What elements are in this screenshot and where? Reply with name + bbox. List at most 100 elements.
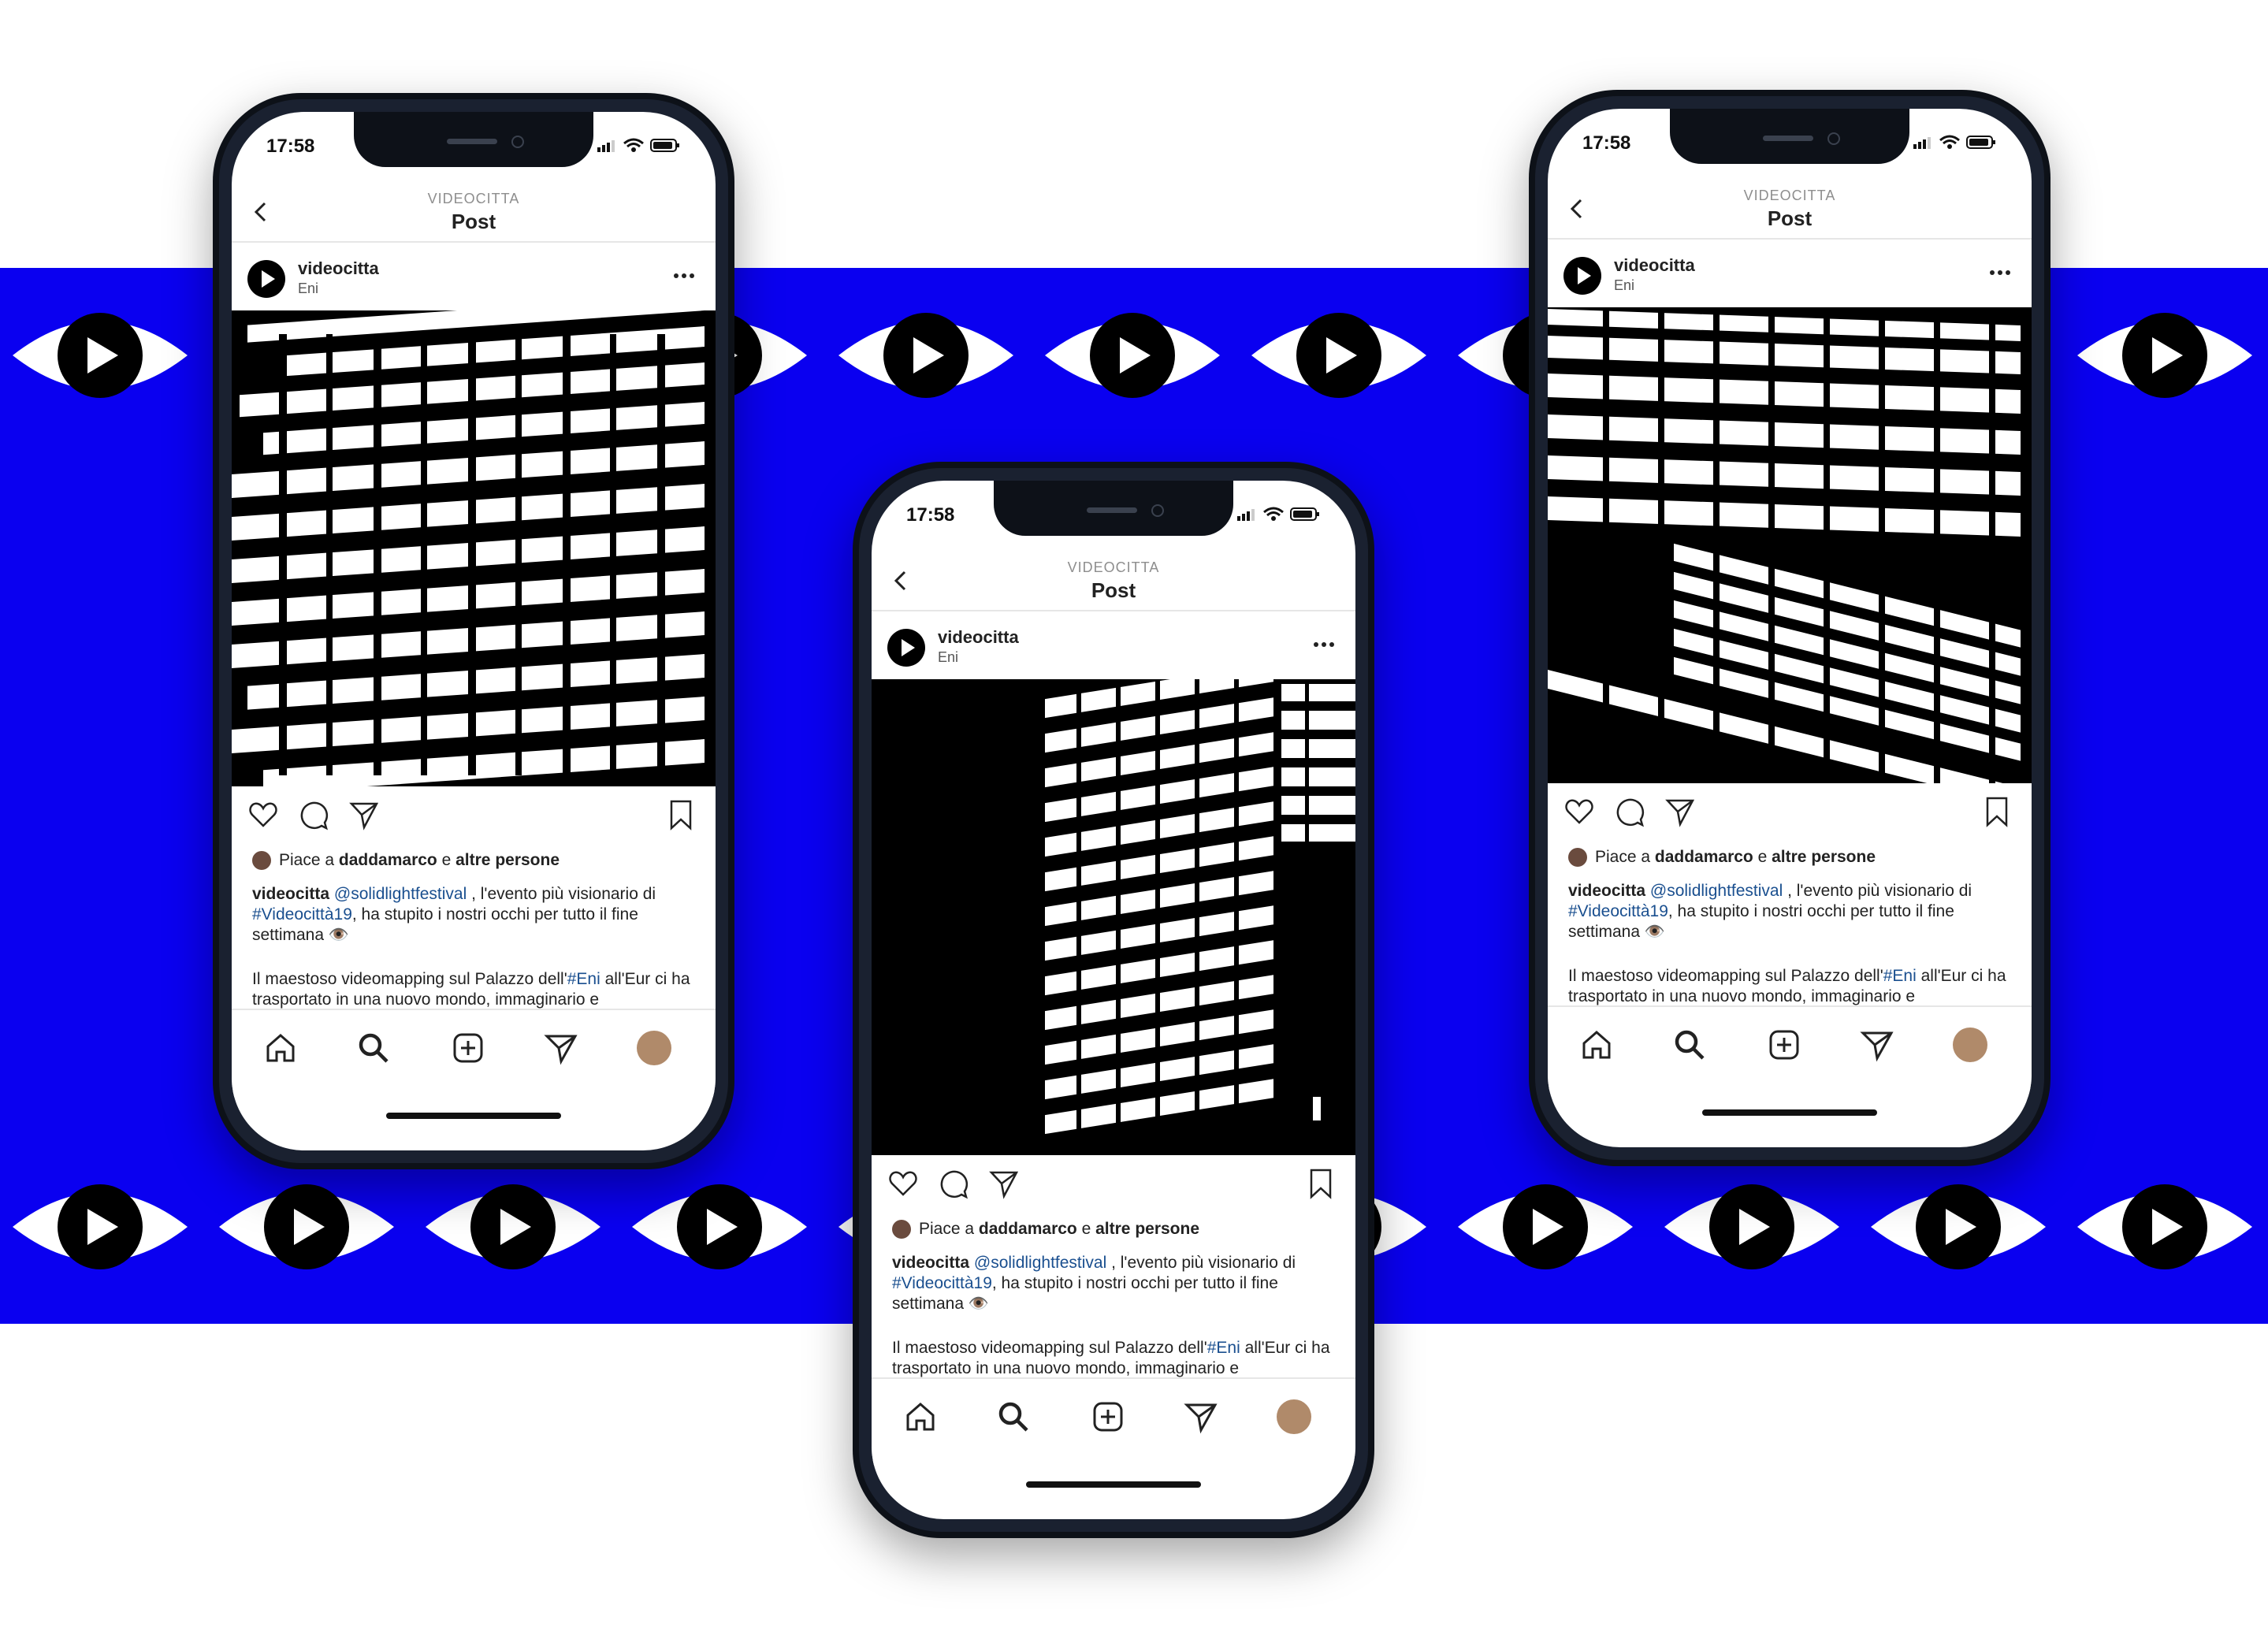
- phone-screen: 17:58 VIDEOCITTA Post videocitta Eni Pia…: [232, 112, 716, 1150]
- eye-play-icon: [1458, 1184, 1633, 1269]
- avatar[interactable]: [887, 629, 925, 667]
- new-post-icon[interactable]: [1767, 1028, 1801, 1062]
- other-likers-link[interactable]: altre persone: [1772, 848, 1876, 866]
- post-photo[interactable]: [232, 310, 716, 786]
- comment-icon[interactable]: [298, 799, 329, 831]
- status-icons: [597, 138, 679, 152]
- bookmark-icon[interactable]: [665, 799, 697, 831]
- page-title: Post: [1767, 206, 1813, 230]
- mention-link[interactable]: @solidlightfestival: [334, 885, 467, 903]
- header-account: VIDEOCITTA: [427, 191, 520, 206]
- liker-avatar: [892, 1220, 911, 1239]
- hashtag-link[interactable]: #Videocittà19: [892, 1274, 992, 1292]
- status-icons: [1913, 135, 1995, 149]
- heart-icon[interactable]: [1563, 796, 1595, 827]
- phone-mockup-2: 17:58 VIDEOCITTA Post videocitta Eni Pia…: [853, 462, 1374, 1538]
- profile-avatar-icon[interactable]: [1953, 1028, 1987, 1062]
- search-icon[interactable]: [996, 1399, 1031, 1434]
- search-icon[interactable]: [356, 1031, 391, 1065]
- home-icon[interactable]: [903, 1399, 938, 1434]
- post-location[interactable]: Eni: [1614, 277, 1634, 294]
- projection-image: [232, 310, 716, 786]
- mention-link[interactable]: @solidlightfestival: [974, 1254, 1106, 1272]
- post-author-row[interactable]: videocitta Eni: [232, 243, 716, 310]
- bottom-tab-bar: [232, 1009, 716, 1097]
- phone-screen: 17:58 VIDEOCITTA Post videocitta Eni Pia…: [1548, 109, 2032, 1147]
- liker-avatar: [1568, 848, 1587, 868]
- eye-play-icon: [2077, 313, 2252, 398]
- avatar[interactable]: [1563, 257, 1601, 295]
- eye-play-icon: [1871, 1184, 2046, 1269]
- status-time: 17:58: [1582, 132, 1631, 154]
- notch: [994, 481, 1233, 536]
- home-icon[interactable]: [263, 1031, 298, 1065]
- heart-icon[interactable]: [887, 1168, 919, 1199]
- post-actions: [872, 1163, 1355, 1204]
- notch: [1670, 109, 1909, 164]
- hashtag-link[interactable]: #Videocittà19: [252, 905, 352, 923]
- liker-avatar: [252, 851, 271, 871]
- page-title: Post: [1091, 578, 1136, 602]
- home-icon[interactable]: [1579, 1028, 1614, 1062]
- more-options-icon[interactable]: [673, 273, 695, 279]
- phone-mockup-1: 17:58 VIDEOCITTA Post videocitta Eni Pia…: [213, 93, 734, 1169]
- more-options-icon[interactable]: [1313, 641, 1335, 648]
- post-author-row[interactable]: videocitta Eni: [1548, 240, 2032, 307]
- share-icon[interactable]: [1664, 796, 1696, 827]
- phone-mockup-3: 17:58 VIDEOCITTA Post videocitta Eni Pia…: [1529, 90, 2050, 1166]
- new-post-icon[interactable]: [1091, 1399, 1125, 1434]
- post-location[interactable]: Eni: [938, 649, 958, 666]
- post-header: VIDEOCITTA Post: [1548, 178, 2032, 238]
- direct-message-icon[interactable]: [1860, 1028, 1894, 1062]
- notch: [354, 112, 593, 167]
- bottom-tab-bar: [1548, 1005, 2032, 1094]
- direct-message-icon[interactable]: [544, 1031, 578, 1065]
- likes-line: Piace a daddamarco e altre persone: [252, 851, 560, 871]
- hashtag-link[interactable]: #Eni: [567, 970, 600, 988]
- eye-play-icon: [1045, 313, 1220, 398]
- eye-play-icon: [2077, 1184, 2252, 1269]
- post-photo[interactable]: [1548, 307, 2032, 783]
- post-username[interactable]: videocitta: [1614, 255, 1695, 276]
- liker-username[interactable]: daddamarco: [1655, 848, 1753, 866]
- liker-username[interactable]: daddamarco: [339, 851, 437, 869]
- liker-username[interactable]: daddamarco: [979, 1220, 1077, 1238]
- status-icons: [1237, 507, 1319, 521]
- other-likers-link[interactable]: altre persone: [1095, 1220, 1199, 1238]
- profile-avatar-icon[interactable]: [1277, 1399, 1311, 1434]
- share-icon[interactable]: [348, 799, 380, 831]
- bookmark-icon[interactable]: [1305, 1168, 1337, 1199]
- post-author-row[interactable]: videocitta Eni: [872, 611, 1355, 679]
- avatar[interactable]: [247, 260, 285, 298]
- hashtag-link[interactable]: #Eni: [1883, 967, 1917, 985]
- comment-icon[interactable]: [938, 1168, 969, 1199]
- profile-avatar-icon[interactable]: [637, 1031, 671, 1065]
- search-icon[interactable]: [1672, 1028, 1707, 1062]
- hashtag-link[interactable]: #Eni: [1207, 1339, 1240, 1357]
- post-username[interactable]: videocitta: [298, 258, 379, 279]
- post-username[interactable]: videocitta: [938, 627, 1019, 648]
- post-header: VIDEOCITTA Post: [232, 181, 716, 241]
- eye-play-icon: [13, 1184, 188, 1269]
- comment-icon[interactable]: [1614, 796, 1645, 827]
- bookmark-icon[interactable]: [1981, 796, 2013, 827]
- more-options-icon[interactable]: [1989, 269, 2011, 276]
- heart-icon[interactable]: [247, 799, 279, 831]
- page-title: Post: [451, 210, 496, 233]
- likes-line: Piace a daddamarco e altre persone: [1568, 848, 1876, 868]
- post-photo[interactable]: [872, 679, 1355, 1155]
- post-actions: [232, 794, 716, 835]
- eye-play-icon: [632, 1184, 807, 1269]
- projection-image: [872, 679, 1355, 1155]
- mention-link[interactable]: @solidlightfestival: [1650, 882, 1783, 900]
- hashtag-link[interactable]: #Videocittà19: [1568, 902, 1668, 920]
- eye-play-icon: [838, 313, 1013, 398]
- status-time: 17:58: [906, 504, 955, 526]
- post-location[interactable]: Eni: [298, 281, 318, 297]
- new-post-icon[interactable]: [451, 1031, 485, 1065]
- other-likers-link[interactable]: altre persone: [455, 851, 560, 869]
- post-header: VIDEOCITTA Post: [872, 550, 1355, 610]
- direct-message-icon[interactable]: [1184, 1399, 1218, 1434]
- phone-screen: 17:58 VIDEOCITTA Post videocitta Eni Pia…: [872, 481, 1355, 1519]
- share-icon[interactable]: [988, 1168, 1020, 1199]
